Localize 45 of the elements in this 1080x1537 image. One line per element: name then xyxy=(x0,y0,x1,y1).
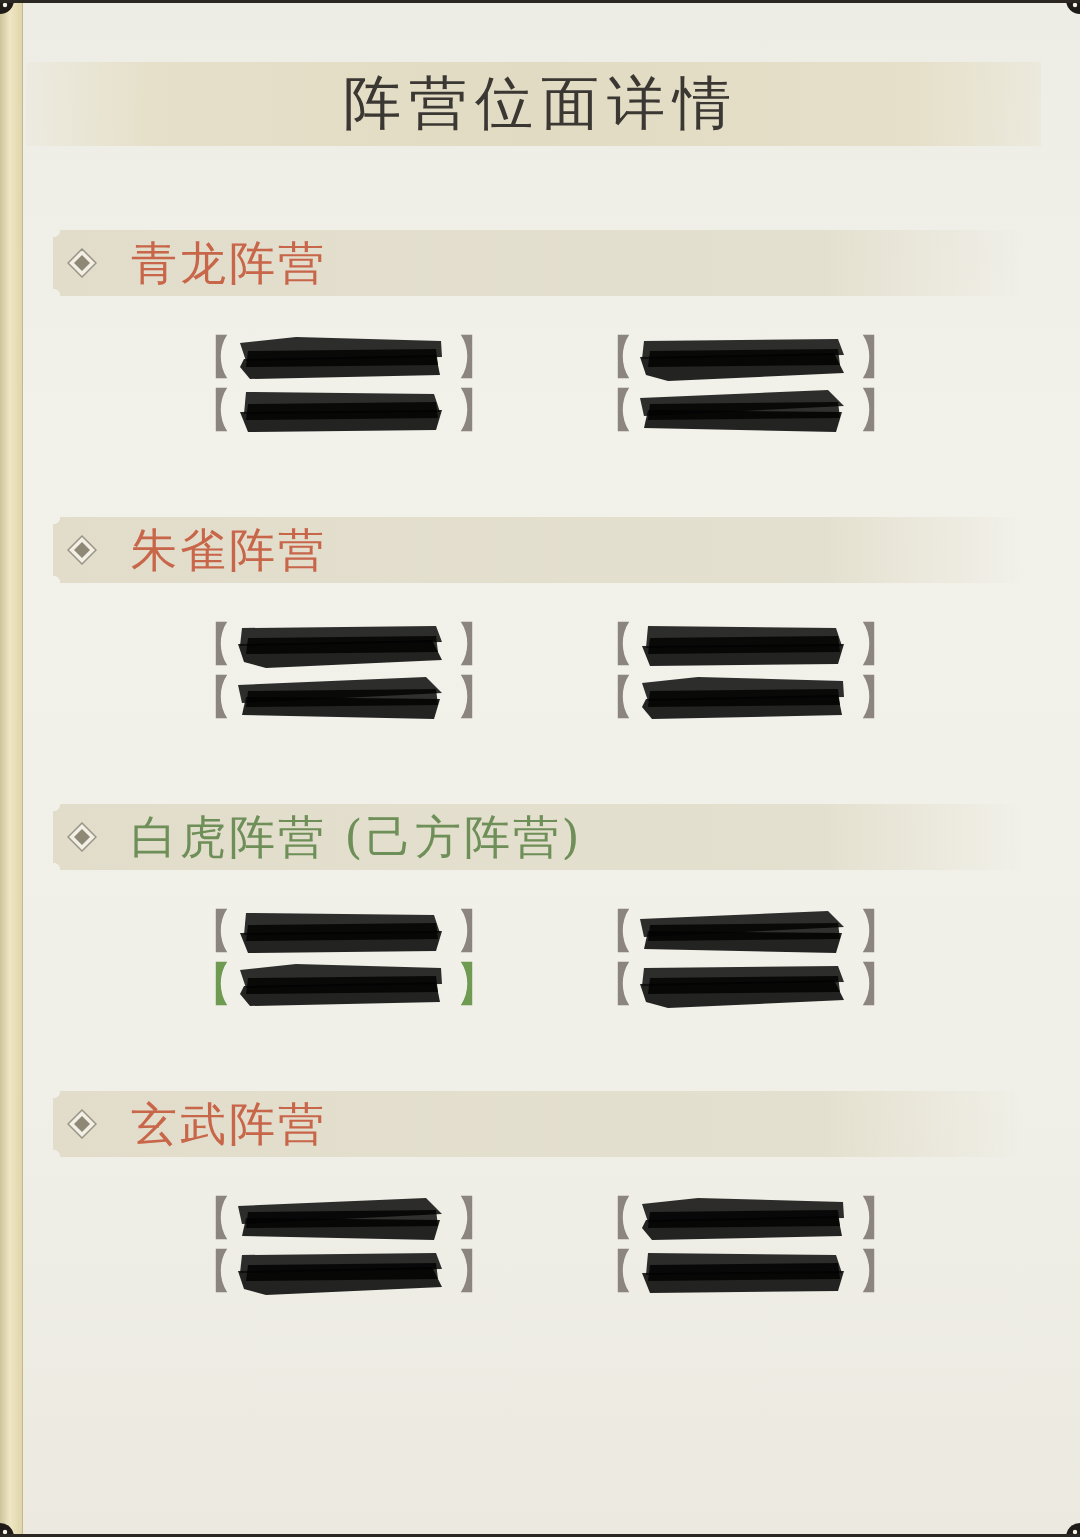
close-bracket: 】 xyxy=(857,905,903,958)
corner-rivet-icon xyxy=(1066,3,1080,14)
faction-title: 白虎阵营 (己方阵营) xyxy=(131,811,583,863)
open-bracket: 【 xyxy=(589,958,635,1011)
close-bracket: 】 xyxy=(857,618,903,671)
open-bracket: 【 xyxy=(187,958,233,1011)
open-bracket: 【 xyxy=(589,671,635,724)
panel-title: 阵营位面详情 xyxy=(342,72,739,136)
diamond-icon xyxy=(67,822,97,852)
open-bracket: 【 xyxy=(589,618,635,671)
open-bracket: 【 xyxy=(589,331,635,384)
close-bracket: 】 xyxy=(857,384,903,437)
diamond-icon xyxy=(67,1109,97,1139)
faction-title: 朱雀阵营 xyxy=(131,524,327,576)
close-bracket: 】 xyxy=(857,331,903,384)
corner-rivet-icon xyxy=(0,1523,14,1534)
diamond-icon xyxy=(67,535,97,565)
open-bracket: 【 xyxy=(187,384,233,437)
open-bracket: 【 xyxy=(187,1245,233,1298)
open-bracket: 【 xyxy=(187,618,233,671)
faction-title: 青龙阵营 xyxy=(131,237,327,289)
close-bracket: 】 xyxy=(455,618,501,671)
close-bracket: 】 xyxy=(455,384,501,437)
close-bracket: 】 xyxy=(455,1245,501,1298)
close-bracket: 】 xyxy=(455,958,501,1011)
close-bracket: 】 xyxy=(455,671,501,724)
close-bracket: 】 xyxy=(857,1245,903,1298)
close-bracket: 】 xyxy=(455,1192,501,1245)
open-bracket: 【 xyxy=(187,331,233,384)
open-bracket: 【 xyxy=(589,384,635,437)
diamond-icon xyxy=(67,248,97,278)
close-bracket: 】 xyxy=(857,671,903,724)
corner-rivet-icon xyxy=(0,3,14,14)
open-bracket: 【 xyxy=(589,1245,635,1298)
close-bracket: 】 xyxy=(857,1192,903,1245)
open-bracket: 【 xyxy=(187,905,233,958)
close-bracket: 】 xyxy=(455,905,501,958)
close-bracket: 】 xyxy=(455,331,501,384)
close-bracket: 】 xyxy=(857,958,903,1011)
open-bracket: 【 xyxy=(589,905,635,958)
open-bracket: 【 xyxy=(589,1192,635,1245)
corner-rivet-icon xyxy=(1066,1523,1080,1534)
open-bracket: 【 xyxy=(187,671,233,724)
open-bracket: 【 xyxy=(187,1192,233,1245)
faction-title: 玄武阵营 xyxy=(131,1098,327,1150)
